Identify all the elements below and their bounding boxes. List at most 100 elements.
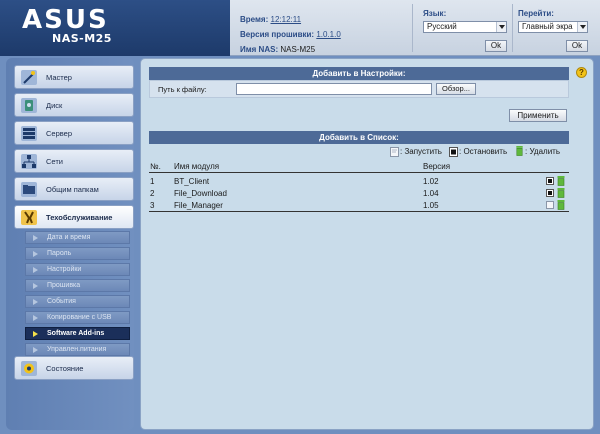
sidebar-item-shared-folders[interactable]: Общим папкам [14, 177, 134, 201]
delete-button[interactable] [557, 176, 565, 186]
arrow-right-icon [33, 267, 38, 273]
sidebar-item-maintenance[interactable]: Техобслуживание [14, 205, 134, 229]
sidebar-item-label: Мастер [46, 73, 72, 82]
add-settings-header: Добавить в Настройки: [149, 67, 569, 80]
goto-label: Перейти: [518, 9, 554, 18]
firmware-label: Версия прошивки: [240, 30, 315, 39]
asus-logo: ASUS [22, 6, 107, 32]
sidebar-subitem-usb-copy[interactable]: Копирование с USB [25, 311, 130, 324]
arrow-right-icon [33, 347, 38, 353]
goto-selector: Перейти: Главный экра [518, 9, 588, 33]
sidebar-subitem-label: Software Add-ins [47, 330, 105, 337]
header: ASUS NAS-M25 Время: 12:12:11 Версия прош… [0, 0, 600, 56]
start-icon [390, 147, 399, 157]
table-cell-version: 1.02 [423, 177, 439, 186]
stop-button[interactable] [546, 177, 554, 185]
header-divider [512, 4, 513, 52]
sidebar-subitem-label: Дата и время [47, 234, 91, 241]
table-header-version: Версия [423, 162, 451, 171]
sidebar-item-label: Общим папкам [46, 185, 99, 194]
file-path-input[interactable] [236, 83, 432, 95]
stop-icon [449, 147, 458, 157]
sidebar-item-disk[interactable]: Диск [14, 93, 134, 117]
sidebar-item-label: Сети [46, 157, 63, 166]
model-name: NAS-M25 [52, 32, 112, 45]
sidebar-subitem-firmware[interactable]: Прошивка [25, 279, 130, 292]
sidebar: Мастер Диск Сервер Сети Общим папкам Тех… [6, 58, 134, 430]
chevron-down-icon [496, 22, 506, 32]
sidebar-subitem-events[interactable]: События [25, 295, 130, 308]
sidebar-subitem-label: Настройки [47, 266, 82, 273]
browse-button[interactable]: Обзор... [436, 83, 476, 95]
sidebar-item-label: Техобслуживание [46, 213, 113, 222]
chevron-down-icon [577, 22, 587, 32]
file-path-row: Путь к файлу: Обзор... [149, 80, 569, 98]
folder-icon [21, 182, 37, 197]
server-icon [21, 126, 37, 141]
trash-icon [516, 146, 523, 156]
stop-button[interactable] [546, 189, 554, 197]
sidebar-item-network[interactable]: Сети [14, 149, 134, 173]
system-info: Время: 12:12:11 Версия прошивки: 1.0.1.0… [240, 12, 341, 57]
arrow-right-icon [33, 299, 38, 305]
arrow-right-icon [33, 251, 38, 257]
arrow-right-icon [33, 235, 38, 241]
time-label: Время: [240, 15, 269, 24]
language-select[interactable]: Русский [423, 21, 507, 33]
table-cell-version: 1.05 [423, 201, 439, 210]
help-icon[interactable]: ? [576, 67, 587, 78]
legend-stop-label: : Остановить [459, 147, 508, 156]
tools-icon [21, 210, 37, 225]
table-cell-module: File_Download [174, 189, 227, 198]
arrow-right-icon [33, 331, 38, 337]
network-icon [21, 154, 37, 169]
sidebar-subitem-label: События [47, 298, 76, 305]
logo-area: ASUS NAS-M25 [0, 0, 230, 56]
legend-delete-label: : Удалить [525, 147, 560, 156]
add-list-header: Добавить в Список: [149, 131, 569, 144]
language-ok-button[interactable]: Ok [485, 40, 507, 52]
table-cell-module: BT_Client [174, 177, 210, 186]
table-cell-number: 1 [150, 177, 155, 186]
status-icon [21, 361, 37, 376]
file-path-label: Путь к файлу: [158, 85, 207, 94]
firmware-link[interactable]: 1.0.1.0 [316, 30, 340, 39]
goto-ok-button[interactable]: Ok [566, 40, 588, 52]
sidebar-subitem-date-time[interactable]: Дата и время [25, 231, 130, 244]
table-cell-number: 3 [150, 201, 155, 210]
table-divider [149, 211, 569, 212]
language-select-value: Русский [427, 22, 457, 31]
sidebar-item-server[interactable]: Сервер [14, 121, 134, 145]
nas-name-label: Имя NAS: [240, 45, 279, 54]
sidebar-subitem-password[interactable]: Пароль [25, 247, 130, 260]
sidebar-subitem-label: Прошивка [47, 282, 81, 289]
nas-name-value: NAS-M25 [280, 45, 316, 54]
sidebar-item-label: Сервер [46, 129, 73, 138]
goto-select[interactable]: Главный экра [518, 21, 588, 33]
sidebar-subitem-settings[interactable]: Настройки [25, 263, 130, 276]
table-header-module: Имя модуля [174, 162, 220, 171]
sidebar-subitem-software-addins[interactable]: Software Add-ins [25, 327, 130, 340]
arrow-right-icon [33, 315, 38, 321]
sidebar-item-wizard[interactable]: Мастер [14, 65, 134, 89]
sidebar-item-status[interactable]: Состояние [14, 356, 134, 380]
sidebar-subitem-label: Управлен.питания [47, 346, 107, 353]
table-cell-version: 1.04 [423, 189, 439, 198]
table-divider [149, 172, 569, 173]
arrow-right-icon [33, 283, 38, 289]
table-cell-module: File_Manager [174, 201, 223, 210]
language-selector: Язык: Русский [423, 9, 507, 33]
header-divider [412, 4, 413, 52]
sidebar-subitem-power[interactable]: Управлен.питания [25, 343, 130, 356]
wand-icon [21, 70, 37, 85]
disk-icon [21, 98, 37, 113]
sidebar-subitem-label: Копирование с USB [47, 314, 112, 321]
delete-button[interactable] [557, 188, 565, 198]
start-button[interactable] [546, 201, 554, 209]
delete-button[interactable] [557, 200, 565, 210]
goto-select-value: Главный экра [522, 22, 573, 31]
table-cell-number: 2 [150, 189, 155, 198]
table-header-number: №. [150, 162, 161, 171]
apply-button[interactable]: Применить [509, 109, 567, 122]
time-link[interactable]: 12:12:11 [271, 15, 302, 24]
